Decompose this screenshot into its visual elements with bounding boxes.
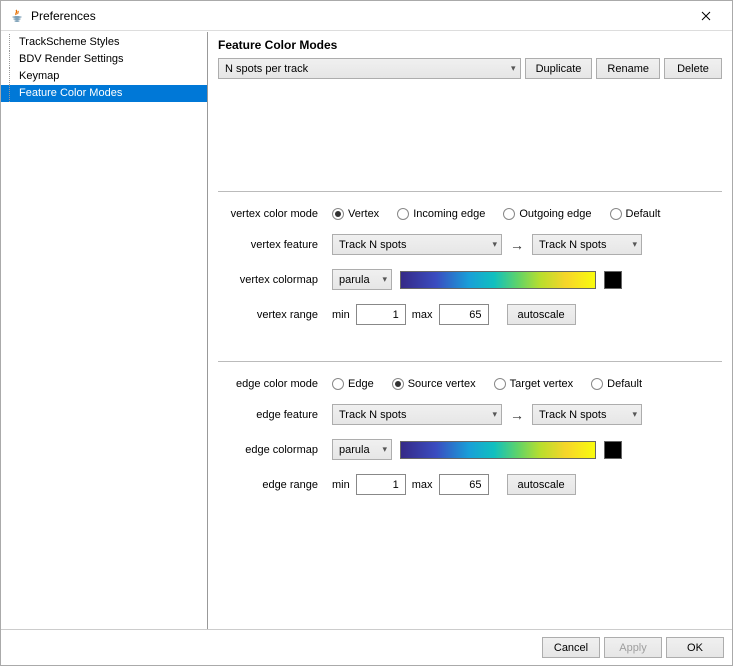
min-label: min	[332, 309, 350, 321]
edge-nan-swatch	[604, 441, 622, 459]
content-panel: Feature Color Modes N spots per track ▾ …	[208, 32, 732, 629]
sidebar-item-label: Feature Color Modes	[19, 87, 122, 99]
chevron-down-icon: ▾	[376, 274, 387, 285]
vertex-autoscale-button[interactable]: autoscale	[507, 304, 576, 325]
vertex-colormap-combo[interactable]: parula▾	[332, 269, 392, 290]
apply-button[interactable]: Apply	[604, 637, 662, 658]
vertex-mode-vertex[interactable]: Vertex	[332, 208, 379, 220]
delete-button[interactable]: Delete	[664, 58, 722, 79]
vertex-range-min-input[interactable]	[356, 304, 406, 325]
min-label: min	[332, 479, 350, 491]
arrow-right-icon: →	[510, 407, 524, 423]
page-title: Feature Color Modes	[218, 36, 722, 58]
chevron-down-icon: ▾	[486, 409, 497, 420]
vertex-mode-outgoing-edge[interactable]: Outgoing edge	[503, 208, 591, 220]
edge-range-max-input[interactable]	[439, 474, 489, 495]
edge-autoscale-button[interactable]: autoscale	[507, 474, 576, 495]
vertex-range-max-input[interactable]	[439, 304, 489, 325]
rename-button[interactable]: Rename	[596, 58, 660, 79]
edge-mode-source-vertex[interactable]: Source vertex	[392, 378, 476, 390]
window-close-button[interactable]	[684, 2, 728, 30]
sidebar-item-label: Keymap	[19, 70, 59, 82]
sidebar-item-label: TrackScheme Styles	[19, 36, 119, 48]
arrow-right-icon: →	[510, 237, 524, 253]
chevron-down-icon: ▾	[505, 63, 516, 74]
edge-colormap-label: edge colormap	[222, 444, 322, 456]
vertex-feature-label: vertex feature	[222, 239, 322, 251]
edge-feature-combo-b[interactable]: Track N spots▾	[532, 404, 642, 425]
sidebar-item-trackscheme-styles[interactable]: TrackScheme Styles	[1, 34, 207, 51]
max-label: max	[412, 309, 433, 321]
sidebar-item-feature-color-modes[interactable]: Feature Color Modes	[1, 85, 207, 102]
vertex-colormap-gradient	[400, 271, 596, 289]
chevron-down-icon: ▾	[626, 239, 637, 250]
sidebar-item-keymap[interactable]: Keymap	[1, 68, 207, 85]
chevron-down-icon: ▾	[486, 239, 497, 250]
divider	[218, 191, 722, 192]
chevron-down-icon: ▾	[376, 444, 387, 455]
edge-range-min-input[interactable]	[356, 474, 406, 495]
sidebar: TrackScheme Styles BDV Render Settings K…	[1, 32, 208, 629]
ok-button[interactable]: OK	[666, 637, 724, 658]
vertex-range-label: vertex range	[222, 309, 322, 321]
edge-feature-combo-a[interactable]: Track N spots▾	[332, 404, 502, 425]
duplicate-button[interactable]: Duplicate	[525, 58, 593, 79]
sidebar-item-bdv-render-settings[interactable]: BDV Render Settings	[1, 51, 207, 68]
edge-colormap-combo[interactable]: parula▾	[332, 439, 392, 460]
vertex-color-mode-label: vertex color mode	[222, 208, 322, 220]
divider	[218, 361, 722, 362]
vertex-mode-default[interactable]: Default	[610, 208, 661, 220]
edge-range-label: edge range	[222, 479, 322, 491]
edge-mode-edge[interactable]: Edge	[332, 378, 374, 390]
vertex-mode-incoming-edge[interactable]: Incoming edge	[397, 208, 485, 220]
vertex-color-mode-radios: Vertex Incoming edge Outgoing edge Defau…	[332, 208, 722, 220]
edge-colormap-gradient	[400, 441, 596, 459]
edge-color-mode-radios: Edge Source vertex Target vertex Default	[332, 378, 722, 390]
edge-feature-label: edge feature	[222, 409, 322, 421]
cancel-button[interactable]: Cancel	[542, 637, 600, 658]
edge-mode-target-vertex[interactable]: Target vertex	[494, 378, 574, 390]
window-titlebar: Preferences	[1, 1, 732, 31]
vertex-nan-swatch	[604, 271, 622, 289]
edge-mode-default[interactable]: Default	[591, 378, 642, 390]
window-title: Preferences	[31, 9, 96, 23]
preset-combo[interactable]: N spots per track ▾	[218, 58, 521, 79]
max-label: max	[412, 479, 433, 491]
edge-color-mode-label: edge color mode	[222, 378, 322, 390]
vertex-colormap-label: vertex colormap	[222, 274, 322, 286]
chevron-down-icon: ▾	[626, 409, 637, 420]
dialog-buttons: Cancel Apply OK	[1, 629, 732, 665]
vertex-feature-combo-b[interactable]: Track N spots▾	[532, 234, 642, 255]
sidebar-item-label: BDV Render Settings	[19, 53, 124, 65]
vertex-feature-combo-a[interactable]: Track N spots▾	[332, 234, 502, 255]
java-icon	[9, 8, 25, 24]
preset-combo-value: N spots per track	[225, 63, 308, 75]
